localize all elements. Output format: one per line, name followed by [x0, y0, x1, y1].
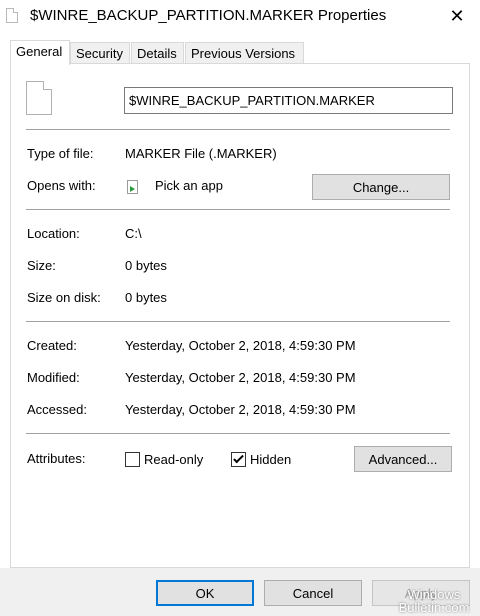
separator: [26, 129, 450, 130]
close-icon: ✕: [449, 5, 465, 26]
separator: [26, 321, 450, 322]
modified-value: Yesterday, October 2, 2018, 4:59:30 PM: [125, 370, 356, 385]
tab-general[interactable]: General: [10, 40, 70, 65]
location-label: Location:: [27, 226, 80, 241]
file-icon: [6, 8, 18, 23]
size-on-disk-label: Size on disk:: [27, 290, 101, 305]
opens-with-value: Pick an app: [155, 178, 223, 193]
document-icon: [26, 81, 52, 115]
cancel-button[interactable]: Cancel: [264, 580, 362, 606]
size-label: Size:: [27, 258, 56, 273]
type-of-file-value: MARKER File (.MARKER): [125, 146, 277, 161]
opens-with-label: Opens with:: [27, 178, 96, 193]
type-of-file-label: Type of file:: [27, 146, 94, 161]
general-panel: [10, 63, 470, 568]
readonly-label: Read-only: [144, 452, 204, 467]
advanced-button[interactable]: Advanced...: [354, 446, 452, 472]
created-label: Created:: [27, 338, 77, 353]
close-button[interactable]: ✕: [434, 0, 480, 32]
size-on-disk-value: 0 bytes: [125, 290, 167, 305]
watermark: Windows Bulletin.com: [394, 588, 474, 614]
readonly-checkbox[interactable]: [125, 452, 140, 467]
separator: [26, 209, 450, 210]
hidden-checkbox[interactable]: [231, 452, 246, 467]
tab-security[interactable]: Security: [70, 42, 130, 64]
created-value: Yesterday, October 2, 2018, 4:59:30 PM: [125, 338, 356, 353]
window-title: $WINRE_BACKUP_PARTITION.MARKER Propertie…: [30, 7, 387, 24]
pick-app-icon: [127, 180, 138, 194]
title-bar: $WINRE_BACKUP_PARTITION.MARKER Propertie…: [0, 0, 480, 34]
watermark-line-2: Bulletin.com: [398, 600, 470, 615]
change-button[interactable]: Change...: [312, 174, 450, 200]
tab-details[interactable]: Details: [131, 42, 184, 64]
file-name-input[interactable]: [124, 87, 453, 114]
modified-label: Modified:: [27, 370, 80, 385]
attributes-label: Attributes:: [27, 451, 86, 466]
location-value: C:\: [125, 226, 142, 241]
separator: [26, 433, 450, 434]
tab-previous-versions[interactable]: Previous Versions: [185, 42, 304, 64]
ok-button[interactable]: OK: [156, 580, 254, 606]
size-value: 0 bytes: [125, 258, 167, 273]
accessed-value: Yesterday, October 2, 2018, 4:59:30 PM: [125, 402, 356, 417]
accessed-label: Accessed:: [27, 402, 87, 417]
hidden-label: Hidden: [250, 452, 292, 467]
checkmark-icon: [233, 452, 244, 464]
